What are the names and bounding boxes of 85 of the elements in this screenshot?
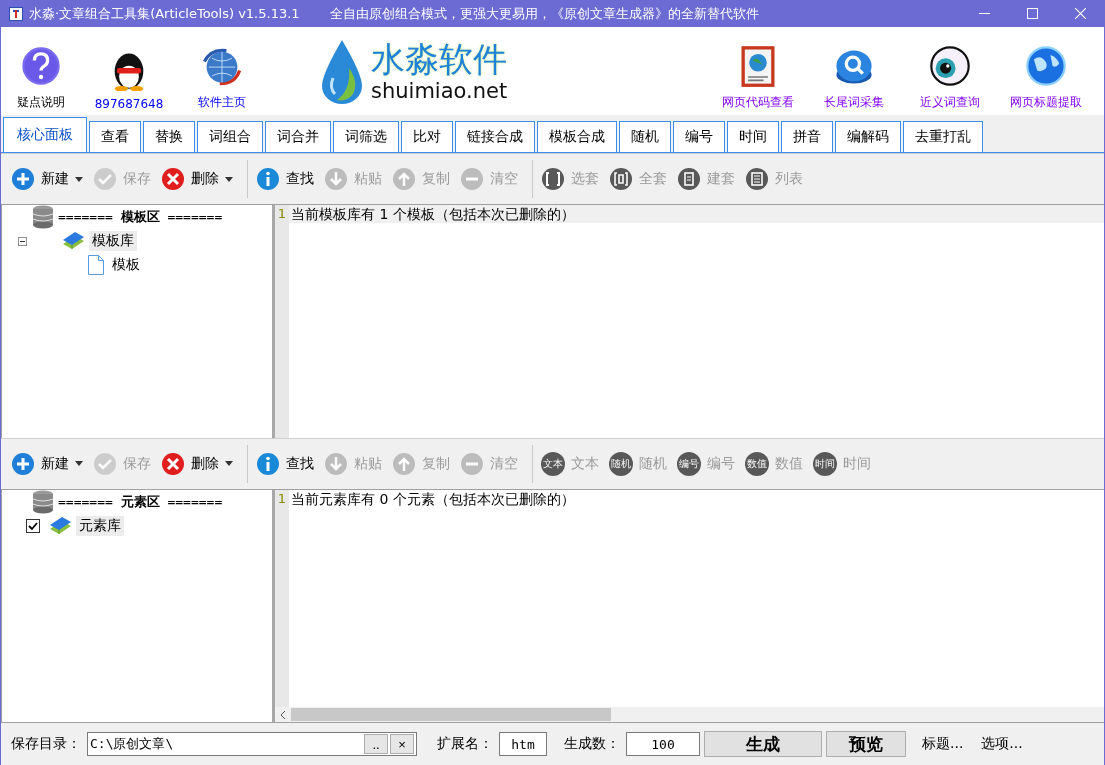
generate-button[interactable]: 生成: [704, 731, 822, 757]
tab[interactable]: 编解码: [835, 121, 901, 152]
plus-icon: [11, 167, 35, 191]
preview-button[interactable]: 预览: [826, 731, 906, 757]
browse-button[interactable]: ..: [364, 734, 388, 754]
water-drop-logo: [319, 38, 365, 104]
tree-item[interactable]: 模板库: [89, 231, 137, 251]
minus-icon: [460, 451, 484, 476]
launcher-button[interactable]: 网页标题提取: [998, 27, 1094, 115]
toolbar-button[interactable]: 新建: [9, 448, 91, 479]
launcher-button[interactable]: 近义词查询: [902, 27, 998, 115]
launcher-button[interactable]: 897687648: [81, 27, 177, 115]
count-field[interactable]: 100: [626, 732, 700, 756]
extension-field[interactable]: htm: [499, 732, 547, 756]
toolbar-button[interactable]: 删除: [159, 164, 241, 194]
tree-item[interactable]: 模板: [109, 255, 143, 275]
tab[interactable]: 拼音: [781, 121, 833, 152]
field-label: 保存目录：: [11, 735, 81, 753]
field-label: 扩展名：: [437, 735, 493, 753]
plus-icon: [11, 451, 35, 476]
text-badge-icon: 编号: [677, 451, 701, 476]
text-badge-icon: 随机: [609, 451, 633, 476]
books-icon: [61, 231, 85, 251]
tab[interactable]: 时间: [727, 121, 779, 152]
tab[interactable]: 词组合: [197, 121, 263, 152]
bracket-icon: [745, 167, 769, 191]
info-icon: [256, 451, 280, 476]
tree-header: ======= 模板区 =======: [58, 208, 223, 226]
info-icon: [256, 167, 280, 191]
toolbar-button[interactable]: 删除: [159, 448, 241, 479]
toolbar-button[interactable]: 查找: [254, 164, 322, 194]
tab[interactable]: 比对: [401, 121, 453, 152]
tab[interactable]: 替换: [143, 121, 195, 152]
tab[interactable]: 链接合成: [455, 121, 535, 152]
launcher-button[interactable]: 网页代码查看: [710, 27, 806, 115]
check-icon: [93, 167, 117, 191]
collapse-icon[interactable]: [18, 236, 27, 246]
directory-field[interactable]: C:\原创文章\ .. ×: [87, 732, 417, 756]
help-icon: [19, 44, 63, 88]
tab[interactable]: 核心面板: [3, 117, 87, 152]
launcher-button[interactable]: 软件主页: [177, 27, 267, 115]
window-title: 水淼·文章组合工具集(ArticleTools) v1.5.13.1: [29, 4, 300, 23]
books-icon: [48, 515, 72, 536]
toolbar-button[interactable]: 新建: [9, 164, 91, 194]
tab[interactable]: 随机: [619, 121, 671, 152]
bracket-icon: [609, 167, 633, 191]
check-icon: [93, 451, 117, 476]
maximize-icon: [1026, 8, 1038, 19]
logo-name: 水淼软件: [371, 39, 508, 79]
tab[interactable]: 去重打乱: [903, 121, 983, 152]
tree-item[interactable]: 元素库: [76, 515, 124, 536]
clear-button[interactable]: ×: [390, 734, 414, 754]
minus-icon: [460, 167, 484, 191]
window-subtitle: 全自由原创组合模式，更强大更易用，《原创文章生成器》的全新替代软件: [329, 4, 760, 23]
file-icon: [87, 254, 105, 276]
tree-header: ======= 元素区 =======: [58, 492, 223, 511]
tab[interactable]: 词筛选: [333, 121, 399, 152]
launcher-button[interactable]: 疑点说明: [1, 27, 81, 115]
tab[interactable]: 编号: [673, 121, 725, 152]
scrollbar-thumb[interactable]: [291, 708, 611, 721]
checkbox[interactable]: [26, 518, 40, 533]
options-button[interactable]: 选项...: [975, 731, 1029, 757]
text-badge-icon: 数值: [745, 451, 769, 476]
delete-icon: [161, 451, 185, 476]
bracket-icon: [677, 167, 701, 191]
text-badge-icon: 文本: [541, 451, 565, 476]
delete-icon: [161, 167, 185, 191]
logo-website: shuimiao.net: [371, 79, 508, 103]
launcher-button[interactable]: 长尾词采集: [806, 27, 902, 115]
eye-icon: [928, 44, 972, 88]
bracket-icon: [541, 167, 565, 191]
editor-line: 当前元素库有 0 个元素（包括本次已删除的）: [290, 489, 576, 508]
field-label: 生成数：: [564, 735, 620, 753]
tab[interactable]: 词合并: [265, 121, 331, 152]
close-icon: [1074, 8, 1086, 19]
title-button[interactable]: 标题...: [916, 731, 970, 757]
text-badge-icon: 时间: [813, 451, 837, 476]
scroll-left-icon: [279, 709, 287, 720]
line-number: 1: [276, 489, 288, 508]
tab[interactable]: 查看: [89, 121, 141, 152]
toolbar-button[interactable]: 查找: [254, 448, 322, 479]
globe-icon: [1024, 44, 1068, 88]
tab[interactable]: 模板合成: [537, 121, 617, 152]
app-icon: [9, 6, 23, 21]
line-number: 1: [276, 205, 288, 223]
